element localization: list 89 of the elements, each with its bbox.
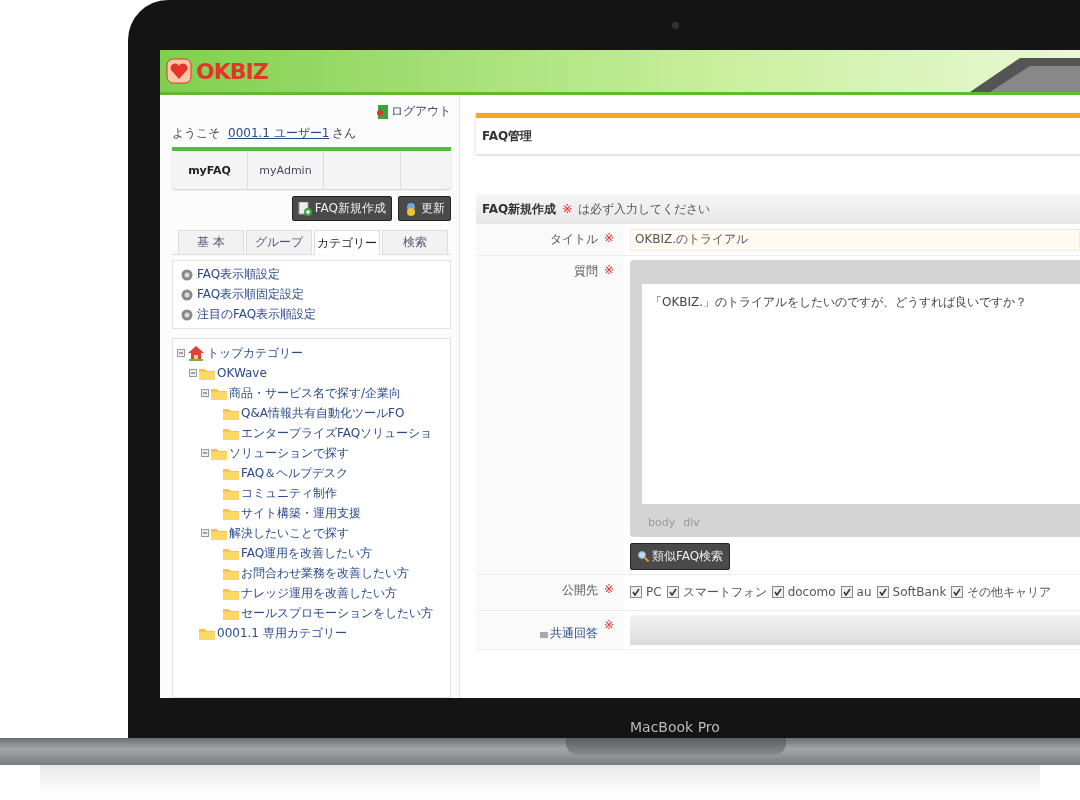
folder-icon xyxy=(223,546,239,560)
folder-icon xyxy=(223,486,239,500)
page-title: FAQ管理 xyxy=(476,113,1080,154)
refresh-icon xyxy=(404,201,418,216)
required-note: は必ず入力してください xyxy=(578,200,711,218)
checkmark-icon xyxy=(773,588,782,596)
tree-item[interactable]: ソリューションで探す xyxy=(229,444,349,462)
settings-link[interactable]: 注目のFAQ表示順設定 xyxy=(181,306,442,323)
answer-label-link[interactable]: 共通回答 xyxy=(539,617,598,649)
checkmark-icon xyxy=(842,588,851,596)
tree-item[interactable]: サイト構築・運用支援 xyxy=(241,504,361,522)
tree-item[interactable]: お問合わせ業務を改善したい方 xyxy=(241,564,409,582)
folder-icon xyxy=(199,626,215,640)
similar-faq-search-button[interactable]: 類似FAQ検索 xyxy=(630,542,731,570)
required-mark: ※ xyxy=(603,581,614,598)
heart-logo-icon xyxy=(166,58,192,84)
tree-item[interactable]: エンタープライズFAQソリューショ xyxy=(241,424,433,442)
required-mark: ※ xyxy=(603,617,614,634)
folder-icon xyxy=(223,506,239,520)
checkbox[interactable] xyxy=(876,586,889,598)
required-mark: ※ xyxy=(603,262,614,279)
tree-item[interactable]: トップカテゴリー xyxy=(207,344,303,362)
tree-item[interactable]: FAQ＆ヘルプデスク xyxy=(241,464,349,482)
tab[interactable]: カテゴリー xyxy=(314,230,380,255)
tree-item[interactable]: コミュニティ制作 xyxy=(241,484,337,502)
checkbox[interactable] xyxy=(840,586,853,598)
checkbox-label: au xyxy=(856,585,872,599)
checkbox[interactable] xyxy=(666,586,679,598)
checkbox[interactable] xyxy=(771,586,784,598)
checkmark-icon xyxy=(878,588,887,596)
required-mark: ※ xyxy=(603,231,614,247)
folder-icon xyxy=(223,606,239,620)
checkbox-label: docomo xyxy=(787,585,836,599)
honorific-text: さん xyxy=(332,125,357,142)
folder-icon xyxy=(223,406,239,420)
folder-icon xyxy=(211,386,227,400)
tab[interactable]: グループ xyxy=(246,230,312,254)
tree-item[interactable]: Q&A情報共有自動化ツールFO xyxy=(241,404,405,422)
field-label: タイトル xyxy=(549,231,598,248)
question-text: 「OKBIZ.」のトライアルをしたいのですが、どうすれば良いですか？ xyxy=(642,283,1080,504)
checkbox-label: その他キャリア xyxy=(967,583,1052,601)
new-faq-button[interactable]: FAQ新規作成 xyxy=(291,196,392,221)
required-mark: ※ xyxy=(562,202,573,216)
settings-link[interactable]: FAQ表示順設定 xyxy=(181,266,442,283)
house-icon xyxy=(187,345,205,361)
door-icon xyxy=(375,104,389,119)
folder-icon xyxy=(211,526,227,540)
folder-icon xyxy=(223,466,239,480)
user-link[interactable]: 0001.1 ユーザー1 xyxy=(228,125,330,142)
tree-item[interactable]: セールスプロモーションをしたい方 xyxy=(241,604,433,622)
refresh-button[interactable]: 更新 xyxy=(398,196,451,221)
search-icon xyxy=(637,550,649,562)
folder-icon xyxy=(223,586,239,600)
field-label: 公開先 xyxy=(561,581,598,599)
logout-link[interactable]: ログアウト xyxy=(375,103,451,120)
field-label: 質問 xyxy=(573,262,598,280)
title-field[interactable]: OKBIZ.のトライアル xyxy=(630,228,1080,251)
checkbox-label: PC xyxy=(646,585,662,599)
tree-item[interactable]: 商品・サービス名で探す/企業向 xyxy=(229,384,402,402)
form-title: FAQ新規作成 xyxy=(482,200,557,218)
tree-item[interactable]: OKWave xyxy=(217,366,267,380)
folder-icon xyxy=(199,366,215,380)
device-label: MacBook Pro xyxy=(630,719,720,735)
gear-icon xyxy=(181,268,193,281)
tree-item[interactable]: 解決したいことで探す xyxy=(229,524,349,542)
gear-icon xyxy=(181,288,193,301)
checkbox-label: スマートフォン xyxy=(682,583,767,601)
tree-item[interactable]: ナレッジ運用を改善したい方 xyxy=(241,584,397,602)
logo-text: OKBIZ xyxy=(196,58,268,84)
folder-icon xyxy=(211,446,227,460)
top-tab[interactable]: myAdmin xyxy=(248,151,324,189)
checkbox-label: SoftBank xyxy=(892,585,947,599)
checkbox[interactable] xyxy=(630,586,642,598)
top-tab[interactable]: myFAQ xyxy=(172,151,248,189)
tab[interactable]: 基 本 xyxy=(178,230,244,254)
camera-dot xyxy=(672,21,679,29)
checkbox[interactable] xyxy=(951,586,964,598)
tree-item[interactable]: 0001.1 専用カテゴリー xyxy=(217,624,347,642)
checkmark-icon xyxy=(632,588,640,596)
checkmark-icon xyxy=(668,588,677,596)
folder-icon xyxy=(223,566,239,580)
document-plus-icon xyxy=(297,201,312,216)
welcome-text: ようこそ xyxy=(172,125,220,142)
folder-icon xyxy=(223,426,239,440)
gear-icon xyxy=(181,308,193,321)
settings-link[interactable]: FAQ表示順固定設定 xyxy=(181,286,442,303)
tab[interactable]: 検索 xyxy=(382,230,448,254)
checkmark-icon xyxy=(953,588,962,596)
tree-item[interactable]: FAQ運用を改善したい方 xyxy=(241,544,373,562)
